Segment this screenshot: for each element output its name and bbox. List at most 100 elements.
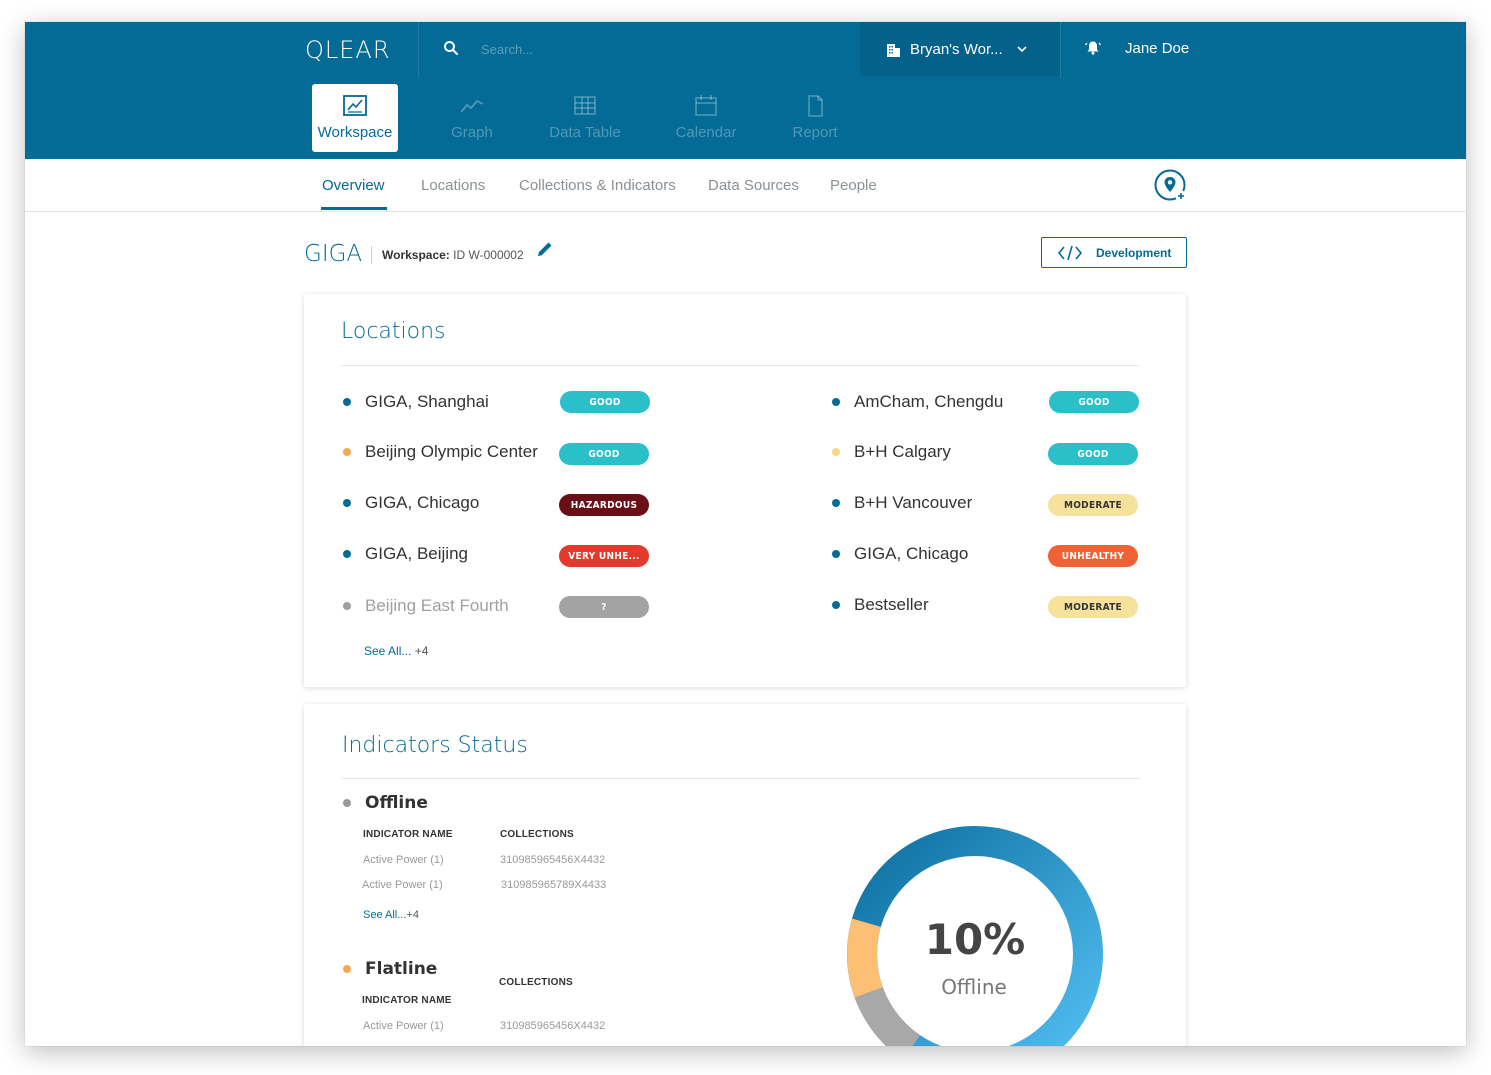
code-icon: [1058, 245, 1082, 260]
module-data-table[interactable]: Data Table: [542, 84, 628, 152]
module-nav: Workspace Graph Data Table Calendar Repo…: [312, 84, 858, 152]
user-name[interactable]: Jane Doe: [1125, 40, 1189, 57]
chevron-down-icon: [1017, 46, 1027, 52]
see-all-label: See All...: [363, 909, 407, 921]
location-name: GIGA, Beijing: [365, 544, 468, 563]
status-dot: [832, 448, 840, 456]
status-badge: GOOD: [1049, 391, 1139, 413]
locations-card: Locations GIGA, Shanghai GOOD Beijing Ol…: [304, 294, 1186, 687]
offline-donut-chart: 10% Offline: [847, 826, 1103, 1046]
workspace-switcher[interactable]: Bryan's Wor...: [860, 22, 1060, 76]
flatline-group-header: Flatline: [343, 959, 437, 979]
column-header-indicator-name: INDICATOR NAME: [363, 829, 453, 840]
module-label: Report: [792, 124, 838, 141]
module-graph[interactable]: Graph: [429, 84, 515, 152]
module-label: Calendar: [675, 124, 737, 141]
status-badge: MODERATE: [1048, 494, 1138, 516]
status-dot: [832, 499, 840, 507]
location-item[interactable]: GIGA, Chicago: [832, 542, 968, 566]
indicator-name-cell[interactable]: Active Power (1): [363, 854, 444, 866]
see-all-label: See All...: [364, 644, 412, 658]
collection-cell[interactable]: 310985965456X4432: [500, 854, 605, 866]
location-item[interactable]: B+H Vancouver: [832, 491, 972, 515]
add-location-pin-icon[interactable]: [1154, 169, 1190, 205]
donut-value: 10%: [925, 915, 1026, 964]
location-item[interactable]: GIGA, Shanghai: [343, 390, 489, 414]
divider: [418, 22, 419, 78]
status-dot: [343, 965, 351, 973]
tab-locations[interactable]: Locations: [421, 177, 485, 194]
donut-label: Offline: [941, 975, 1007, 999]
column-header-collections: COLLECTIONS: [500, 829, 574, 840]
location-name: GIGA, Chicago: [365, 493, 480, 512]
offline-group-header: Offline: [343, 793, 428, 813]
flatline-label: Flatline: [365, 959, 438, 979]
tab-data-sources[interactable]: Data Sources: [708, 177, 799, 194]
status-dot: [343, 448, 351, 456]
bell-icon[interactable]: [1085, 40, 1101, 56]
module-label: Graph: [451, 124, 493, 141]
status-dot: [832, 550, 840, 558]
divider: [342, 778, 1140, 779]
development-button-label: Development: [1096, 245, 1172, 260]
tab-people[interactable]: People: [830, 177, 877, 194]
location-name: B+H Calgary: [854, 442, 951, 461]
pencil-edit-icon[interactable]: [536, 240, 554, 258]
status-dot: [832, 601, 840, 609]
status-badge: GOOD: [560, 391, 650, 413]
development-button[interactable]: Development: [1041, 237, 1187, 268]
status-dot: [343, 499, 351, 507]
workspace-chart-icon: [343, 95, 367, 116]
search-input[interactable]: [481, 38, 851, 60]
tab-overview[interactable]: Overview: [322, 177, 385, 194]
app-window: QLEAR Bryan's Wor... Jane Do: [25, 22, 1466, 1046]
module-report[interactable]: Report: [772, 84, 858, 152]
indicators-title: Indicators Status: [342, 733, 528, 758]
status-badge: GOOD: [1048, 443, 1138, 465]
status-dot: [343, 602, 351, 610]
app-logo[interactable]: QLEAR: [305, 36, 391, 64]
location-item[interactable]: Beijing East Fourth: [343, 594, 509, 618]
collection-cell[interactable]: 310985965456X4432: [500, 1020, 605, 1032]
offline-label: Offline: [365, 793, 428, 813]
divider: [341, 365, 1139, 366]
see-all-offline-link[interactable]: See All...+4: [363, 909, 419, 921]
status-badge: ?: [559, 596, 649, 618]
tab-collections-indicators[interactable]: Collections & Indicators: [519, 177, 676, 194]
column-header-collections: COLLECTIONS: [499, 977, 573, 988]
location-name: Bestseller: [854, 595, 929, 614]
building-icon: [887, 43, 900, 57]
column-header-indicator-name: INDICATOR NAME: [362, 995, 452, 1006]
status-badge: HAZARDOUS: [559, 494, 649, 516]
page-title: GIGA: [304, 241, 363, 267]
indicator-name-cell[interactable]: Active Power (1): [363, 1020, 444, 1032]
location-item[interactable]: Bestseller: [832, 593, 929, 617]
document-icon: [808, 95, 823, 117]
search-icon[interactable]: [443, 40, 459, 56]
location-item[interactable]: AmCham, Chengdu: [832, 390, 1003, 414]
workspace-switcher-label: Bryan's Wor...: [910, 40, 1003, 58]
module-calendar[interactable]: Calendar: [663, 84, 749, 152]
location-item[interactable]: B+H Calgary: [832, 440, 951, 464]
status-badge: MODERATE: [1048, 596, 1138, 618]
indicator-name-cell[interactable]: Active Power (1): [362, 879, 443, 891]
location-item[interactable]: Beijing Olympic Center: [343, 440, 538, 464]
location-name: GIGA, Shanghai: [365, 392, 489, 411]
see-all-count: +4: [414, 644, 429, 658]
status-badge: UNHEALTHY: [1048, 545, 1138, 567]
calendar-icon: [695, 95, 717, 116]
status-badge: GOOD: [559, 443, 649, 465]
location-name: Beijing Olympic Center: [365, 442, 538, 461]
location-item[interactable]: GIGA, Beijing: [343, 542, 468, 566]
workspace-label: Workspace:: [382, 248, 450, 262]
see-all-locations-link[interactable]: See All... +4: [364, 644, 428, 658]
location-name: Beijing East Fourth: [365, 596, 509, 615]
location-name: AmCham, Chengdu: [854, 392, 1004, 411]
graph-line-icon: [460, 99, 484, 113]
location-item[interactable]: GIGA, Chicago: [343, 491, 479, 515]
collection-cell[interactable]: 310985965789X4433: [501, 879, 606, 891]
see-all-count: +4: [406, 909, 419, 921]
location-name: B+H Vancouver: [854, 493, 973, 512]
module-workspace[interactable]: Workspace: [312, 84, 398, 152]
table-grid-icon: [574, 96, 596, 115]
